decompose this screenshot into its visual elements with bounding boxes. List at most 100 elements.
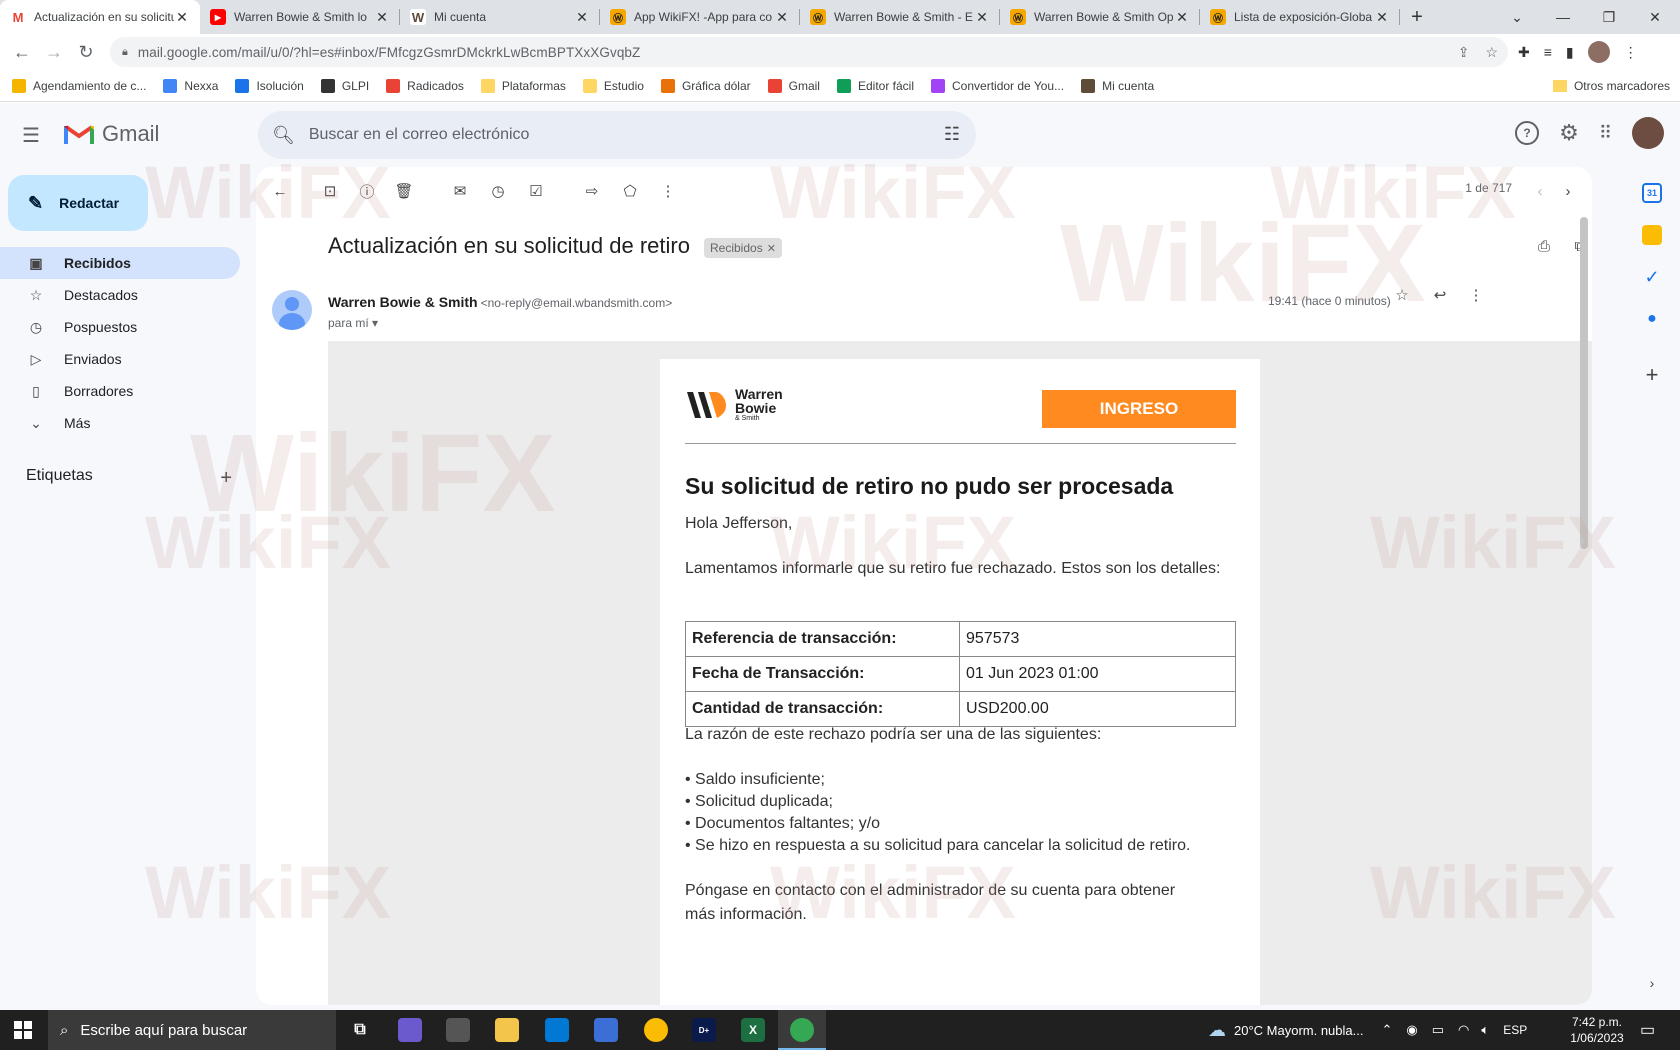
- record-icon[interactable]: ◉: [1406, 1022, 1417, 1038]
- keep-icon[interactable]: [1642, 225, 1662, 245]
- sidebar-item-snoozed[interactable]: ◷ Pospuestos: [0, 311, 240, 343]
- tab-search-icon[interactable]: ⌄: [1494, 0, 1540, 34]
- bookmark-item[interactable]: Nexxa: [163, 78, 218, 93]
- meet-icon[interactable]: ▭: [1432, 1022, 1444, 1038]
- close-window-button[interactable]: ✕: [1632, 0, 1678, 34]
- star-message-icon[interactable]: ☆: [1390, 283, 1414, 307]
- store-icon[interactable]: [545, 1018, 569, 1042]
- close-tab-icon[interactable]: ✕: [774, 9, 790, 26]
- delete-icon[interactable]: 🗑︎: [392, 179, 416, 203]
- share-icon[interactable]: ⇪: [1458, 44, 1470, 61]
- media-icon[interactable]: ≡: [1544, 44, 1552, 60]
- chevron-up-icon[interactable]: ⌃: [1381, 1022, 1392, 1038]
- taskbar-clock[interactable]: 7:42 p.m. 1/06/2023: [1562, 1014, 1632, 1046]
- taskbar-search[interactable]: ⌕ Escribe aquí para buscar: [48, 1010, 336, 1050]
- recipient-details[interactable]: para mí ▾: [328, 316, 378, 330]
- sidebar-item-inbox[interactable]: ▣ Recibidos: [0, 247, 240, 279]
- more-options-icon[interactable]: ⋮: [656, 179, 680, 203]
- expand-panel-icon[interactable]: ›: [1642, 973, 1662, 993]
- weather-text[interactable]: 20°C Mayorm. nubla...: [1234, 1023, 1363, 1038]
- archive-icon[interactable]: ⊡: [318, 179, 342, 203]
- back-to-inbox-icon[interactable]: ←: [268, 179, 292, 203]
- browser-tab[interactable]: Ⓦ Warren Bowie & Smith - E ✕: [800, 0, 1000, 34]
- sidebar-item-sent[interactable]: ▷ Enviados: [0, 343, 240, 375]
- reply-icon[interactable]: ↩: [1428, 283, 1452, 307]
- search-icon[interactable]: 🔍︎: [272, 125, 295, 146]
- bookmark-item[interactable]: GLPI: [320, 78, 369, 93]
- message-more-icon[interactable]: ⋮: [1464, 283, 1488, 307]
- file-explorer-icon[interactable]: [495, 1018, 519, 1042]
- chrome-icon[interactable]: [644, 1018, 668, 1042]
- main-menu-icon[interactable]: ☰: [22, 123, 48, 149]
- other-bookmarks[interactable]: Otros marcadores: [1552, 70, 1670, 102]
- report-spam-icon[interactable]: ⓘ: [355, 179, 379, 203]
- side-panel-icon[interactable]: ▮: [1566, 44, 1574, 61]
- bookmark-item[interactable]: Editor fácil: [836, 78, 914, 93]
- sidebar-item-drafts[interactable]: ▯ Borradores: [0, 375, 240, 407]
- search-input[interactable]: Buscar en el correo electrónico: [309, 126, 530, 144]
- browser-tab[interactable]: Ⓦ Warren Bowie & Smith Op ✕: [1000, 0, 1200, 34]
- close-tab-icon[interactable]: ✕: [1374, 9, 1390, 26]
- contacts-icon[interactable]: ●: [1642, 309, 1662, 329]
- browser-tab[interactable]: M Actualización en su solicitud ✕: [0, 0, 200, 34]
- task-view-icon[interactable]: ⧉: [348, 1018, 372, 1042]
- browser-tab[interactable]: Ⓦ App WikiFX! -App para co ✕: [600, 0, 800, 34]
- bookmark-item[interactable]: Plataformas: [480, 78, 566, 93]
- apps-grid-icon[interactable]: ⠿: [1599, 123, 1612, 144]
- bookmark-item[interactable]: Radicados: [386, 78, 464, 93]
- compose-button[interactable]: ✎ Redactar: [8, 175, 148, 231]
- bookmark-item[interactable]: Convertidor de You...: [931, 78, 1064, 93]
- bookmark-item[interactable]: Mi cuenta: [1081, 78, 1154, 93]
- app-icon[interactable]: [398, 1018, 422, 1042]
- mark-unread-icon[interactable]: ✉︎: [448, 179, 472, 203]
- snooze-icon[interactable]: ◷: [486, 179, 510, 203]
- language-indicator[interactable]: ESP: [1503, 1023, 1527, 1037]
- profile-avatar[interactable]: [1587, 41, 1610, 63]
- new-tab-button[interactable]: +: [1400, 0, 1434, 34]
- bookmark-item[interactable]: Agendamiento de c...: [12, 78, 146, 93]
- calendar-icon[interactable]: 31: [1642, 183, 1662, 203]
- add-task-icon[interactable]: ☑︎: [524, 179, 548, 203]
- remove-label-icon[interactable]: ✕: [767, 242, 776, 255]
- search-bar[interactable]: 🔍︎ Buscar en el correo electrónico ☷: [258, 111, 976, 159]
- bookmark-item[interactable]: Estudio: [582, 78, 644, 93]
- close-tab-icon[interactable]: ✕: [574, 9, 590, 26]
- excel-icon[interactable]: X: [741, 1018, 765, 1042]
- menu-icon[interactable]: ⋮: [1624, 44, 1638, 61]
- tasks-icon[interactable]: ✓: [1642, 267, 1662, 287]
- account-avatar[interactable]: [1632, 117, 1664, 149]
- taskbar-search-input[interactable]: Escribe aquí para buscar: [80, 1022, 247, 1039]
- close-tab-icon[interactable]: ✕: [374, 9, 390, 26]
- close-tab-icon[interactable]: ✕: [974, 9, 990, 26]
- reload-icon[interactable]: ↻: [70, 36, 102, 68]
- browser-tab[interactable]: Ⓦ Lista de exposición-Globa ✕: [1200, 0, 1400, 34]
- extensions-icon[interactable]: ✚: [1518, 44, 1530, 61]
- add-addon-icon[interactable]: +: [1642, 364, 1662, 386]
- back-icon[interactable]: ←: [6, 36, 38, 68]
- sidebar-item-more[interactable]: ⌄ Más: [0, 407, 240, 439]
- add-label-icon[interactable]: +: [220, 467, 232, 490]
- app-icon[interactable]: [594, 1018, 618, 1042]
- active-app-highlight[interactable]: [778, 1010, 826, 1050]
- bookmark-item[interactable]: Gmail: [767, 78, 820, 93]
- print-icon[interactable]: ⎙: [1532, 234, 1556, 258]
- windows-start-icon[interactable]: [14, 1021, 32, 1039]
- close-tab-icon[interactable]: ✕: [174, 9, 190, 26]
- settings-icon[interactable]: ⚙: [1559, 120, 1579, 146]
- minimize-button[interactable]: —: [1540, 0, 1586, 34]
- label-icon[interactable]: ⬠: [618, 179, 642, 203]
- bookmark-item[interactable]: Gráfica dólar: [660, 78, 751, 93]
- close-tab-icon[interactable]: ✕: [1174, 9, 1190, 26]
- wifi-icon[interactable]: ◠: [1458, 1022, 1469, 1038]
- help-icon[interactable]: ?: [1515, 121, 1540, 145]
- older-icon[interactable]: ›: [1556, 179, 1580, 203]
- browser-tab[interactable]: W Mi cuenta ✕: [400, 0, 600, 34]
- bookmark-item[interactable]: Isolución: [235, 78, 304, 93]
- volume-icon[interactable]: 🔈︎: [1481, 1022, 1489, 1038]
- search-options-icon[interactable]: ☷: [944, 124, 960, 145]
- scrollbar-thumb[interactable]: [1580, 217, 1588, 549]
- browser-tab[interactable]: ▶ Warren Bowie & Smith lo ✕: [200, 0, 400, 34]
- omnibox[interactable]: 🔒︎ mail.google.com/mail/u/0/?hl=es#inbox…: [110, 37, 1508, 67]
- notifications-icon[interactable]: ▭: [1640, 1020, 1655, 1040]
- ingreso-button[interactable]: INGRESO: [1042, 390, 1236, 428]
